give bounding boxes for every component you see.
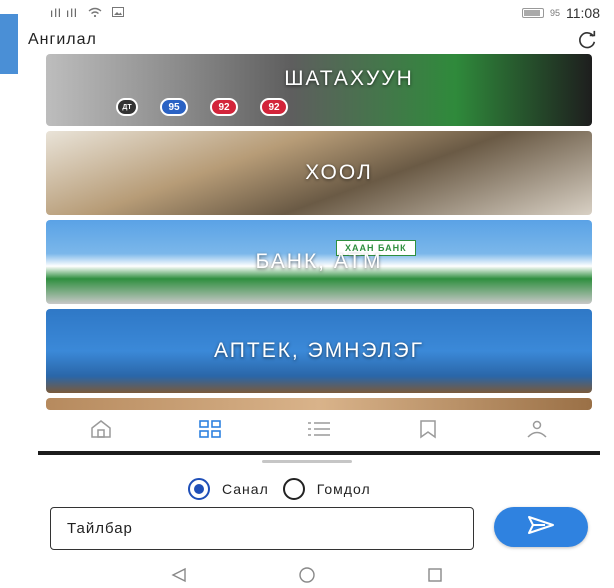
user-icon: [526, 419, 548, 444]
fuel-badge-92-2: 92: [260, 98, 288, 116]
comment-input[interactable]: Тайлбар: [50, 507, 474, 550]
category-card-food[interactable]: ХООЛ: [46, 131, 592, 215]
bookmark-icon: [419, 419, 437, 444]
refresh-icon[interactable]: [574, 27, 600, 53]
page-title: Ангилал: [28, 31, 97, 48]
radio-label-complaint: Гомдол: [316, 481, 371, 497]
send-button[interactable]: [494, 507, 588, 547]
radio-complaint[interactable]: [282, 478, 305, 500]
category-card-bank[interactable]: ХААН БАНК БАНК, АТМ: [46, 220, 592, 304]
fuel-badge-95: 95: [160, 98, 188, 116]
nav-profile[interactable]: [517, 416, 557, 446]
list-icon: [307, 421, 331, 442]
signal-text: ıll ıll: [50, 6, 78, 20]
bottom-nav: [46, 412, 592, 450]
send-icon: [527, 515, 555, 540]
side-accent-strip: [0, 14, 18, 74]
nav-divider: [38, 451, 600, 455]
fuel-badge-dt: ДТ: [116, 98, 138, 116]
system-recents-button[interactable]: [423, 567, 447, 587]
comment-input-text: Тайлбар: [67, 520, 133, 537]
image-icon: [111, 6, 124, 20]
radio-label-suggestion: Санал: [222, 481, 269, 497]
feedback-type-selector: Санал Гомдол: [188, 478, 371, 500]
fuel-badges: ДТ 95 92 92: [116, 98, 288, 116]
status-bar: ıll ıll 95 11:08: [0, 0, 614, 26]
recents-icon: [427, 567, 443, 588]
status-left: ıll ıll: [50, 6, 124, 20]
system-home-button[interactable]: [295, 566, 319, 588]
nav-categories[interactable]: [190, 416, 230, 446]
category-card-pharmacy[interactable]: АПТЕК, ЭМНЭЛЭГ: [46, 309, 592, 393]
back-icon: [170, 567, 188, 588]
wifi-icon: [88, 6, 102, 20]
home-circle-icon: [298, 566, 316, 588]
system-back-button[interactable]: [167, 567, 191, 587]
status-right: 95 11:08: [521, 5, 600, 21]
radio-option-complaint[interactable]: Гомдол: [282, 478, 371, 500]
category-card-fuel[interactable]: ДТ 95 92 92 ШАТАХУУН: [46, 54, 592, 126]
home-icon: [90, 419, 112, 444]
sheet-drag-handle[interactable]: [262, 460, 352, 463]
system-nav-bar: [0, 566, 614, 588]
battery-icon: [521, 8, 544, 18]
category-label: ХООЛ: [305, 161, 373, 184]
app-bar: Ангилал: [28, 26, 600, 54]
clock: 11:08: [566, 5, 600, 21]
radio-option-suggestion[interactable]: Санал: [188, 478, 269, 500]
nav-home[interactable]: [81, 416, 121, 446]
category-label: БАНК, АТМ: [255, 250, 383, 273]
category-label: ШАТАХУУН: [284, 67, 414, 90]
radio-suggestion[interactable]: [188, 478, 210, 500]
battery-level: 95: [549, 8, 560, 18]
nav-list[interactable]: [299, 416, 339, 446]
category-card-partial[interactable]: [46, 398, 592, 410]
nav-saved[interactable]: [408, 416, 448, 446]
category-label: АПТЕК, ЭМНЭЛЭГ: [214, 339, 424, 362]
grid-icon: [198, 419, 221, 443]
fuel-badge-92: 92: [210, 98, 238, 116]
